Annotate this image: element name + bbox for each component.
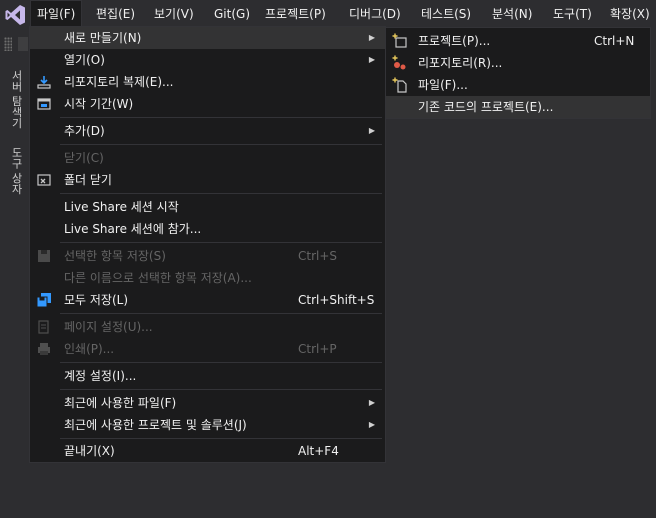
menu-item-label: 폴더 닫기 [64,173,112,187]
solution-tab-peek[interactable] [18,37,28,51]
menu-item-label: 페이지 설정(U)... [64,320,153,334]
submenu-item-label: 파일(F)... [418,78,468,92]
menu-item-recent-files[interactable]: 최근에 사용한 파일(F) ▶ [30,392,385,414]
menu-extensions[interactable]: 확장(X) [610,0,650,29]
submenu-arrow-icon: ▶ [368,398,375,407]
file-menu-dropdown: 새로 만들기(N) ▶ 열기(O) ▶ 리포지토리 복제(E)... 시작 기간… [29,26,386,463]
menu-separator [60,313,382,314]
menu-item-label: 최근에 사용한 파일(F) [64,396,177,410]
printer-icon [38,343,50,355]
menu-item-label: Live Share 세션 시작 [64,200,179,214]
menu-view[interactable]: 보기(V) [154,0,194,29]
menu-test[interactable]: 테스트(S) [421,0,471,29]
menu-item-print: 인쇄(P)... Ctrl+P [30,338,385,360]
menu-separator [60,389,382,390]
submenu-item-label: 기존 코드의 프로젝트(E)... [418,100,554,114]
menu-separator [60,117,382,118]
menu-item-shortcut: Ctrl+Shift+S [298,293,375,307]
menu-git[interactable]: Git(G) [214,0,250,29]
visual-studio-logo-icon [5,5,25,25]
new-project-icon [392,33,407,48]
menu-item-recent-projects[interactable]: 최근에 사용한 프로젝트 및 솔루션(J) ▶ [30,414,385,436]
save-icon [38,250,50,262]
page-setup-icon [38,320,49,334]
menu-bar: 파일(F) 편집(E) 보기(V) Git(G) 프로젝트(P) 디버그(D) … [0,0,656,29]
menu-item-label: 리포지토리 복제(E)... [64,75,174,89]
submenu-item-project[interactable]: 프로젝트(P)... Ctrl+N [386,30,650,52]
menu-item-close: 닫기(C) [30,147,385,169]
menu-item-label: 계정 설정(I)... [64,369,137,383]
menu-separator [60,438,382,439]
menu-item-label: 끝내기(X) [64,444,115,458]
menu-separator [60,193,382,194]
submenu-item-shortcut: Ctrl+N [594,34,635,48]
menu-item-save-selected: 선택한 항목 저장(S) Ctrl+S [30,245,385,267]
menu-tools[interactable]: 도구(T) [553,0,592,29]
menu-edit[interactable]: 편집(E) [96,0,135,29]
menu-item-label: 모두 저장(L) [64,293,129,307]
menu-item-exit[interactable]: 끝내기(X) Alt+F4 [30,440,385,462]
submenu-item-existing-code[interactable]: 기존 코드의 프로젝트(E)... [386,96,650,118]
menu-item-label: Live Share 세션에 참가... [64,222,202,236]
menu-item-open[interactable]: 열기(O) ▶ [30,49,385,71]
menu-item-account-settings[interactable]: 계정 설정(I)... [30,365,385,387]
menu-item-close-folder[interactable]: 폴더 닫기 [30,169,385,191]
submenu-arrow-icon: ▶ [368,420,375,429]
menu-item-add[interactable]: 추가(D) ▶ [30,120,385,142]
menu-item-shortcut: Ctrl+S [298,249,338,263]
start-window-icon [37,98,51,110]
submenu-arrow-icon: ▶ [368,55,375,64]
menu-item-live-share-start[interactable]: Live Share 세션 시작 [30,196,385,218]
menu-analyze[interactable]: 분석(N) [492,0,532,29]
menu-item-label: 시작 기간(W) [64,97,134,111]
left-tool-strip: 서버 탐색기 도구 상자 [0,29,28,518]
menu-item-label: 열기(O) [64,53,105,67]
menu-item-shortcut: Ctrl+P [298,342,337,356]
menu-separator [60,362,382,363]
submenu-item-label: 프로젝트(P)... [418,34,491,48]
menu-debug[interactable]: 디버그(D) [349,0,401,29]
menu-item-label: 추가(D) [64,124,105,138]
menu-item-label: 최근에 사용한 프로젝트 및 솔루션(J) [64,418,247,432]
menu-item-label: 닫기(C) [64,151,104,165]
menu-item-shortcut: Alt+F4 [298,444,339,458]
drag-grip-icon[interactable] [4,37,12,51]
save-all-icon [36,293,51,308]
submenu-item-file[interactable]: 파일(F)... [386,74,650,96]
menu-separator [60,144,382,145]
tab-server-explorer[interactable]: 서버 탐색기 [4,70,24,129]
menu-item-live-share-join[interactable]: Live Share 세션에 참가... [30,218,385,240]
new-submenu: 프로젝트(P)... Ctrl+N 리포지토리(R)... 파일(F)... 기… [385,27,651,119]
submenu-item-label: 리포지토리(R)... [418,56,503,70]
close-folder-icon [37,174,51,186]
menu-item-page-setup: 페이지 설정(U)... [30,316,385,338]
new-repository-icon [392,55,406,70]
menu-item-label: 다른 이름으로 선택한 항목 저장(A)... [64,271,252,285]
submenu-item-repository[interactable]: 리포지토리(R)... [386,52,650,74]
menu-separator [60,242,382,243]
menu-item-clone-repository[interactable]: 리포지토리 복제(E)... [30,71,385,93]
submenu-arrow-icon: ▶ [368,33,375,42]
menu-item-label: 인쇄(P)... [64,342,115,356]
menu-item-label: 선택한 항목 저장(S) [64,249,166,263]
new-file-icon [392,77,407,93]
menu-item-start-window[interactable]: 시작 기간(W) [30,93,385,115]
menu-item-label: 새로 만들기(N) [64,31,142,45]
menu-project[interactable]: 프로젝트(P) [265,0,326,29]
download-icon [37,76,51,89]
menu-item-save-all[interactable]: 모두 저장(L) Ctrl+Shift+S [30,289,385,311]
submenu-arrow-icon: ▶ [368,126,375,135]
tab-toolbox[interactable]: 도구 상자 [4,147,24,195]
menu-item-save-as: 다른 이름으로 선택한 항목 저장(A)... [30,267,385,289]
menu-file[interactable]: 파일(F) [30,0,83,29]
menu-item-new[interactable]: 새로 만들기(N) ▶ [30,27,385,49]
